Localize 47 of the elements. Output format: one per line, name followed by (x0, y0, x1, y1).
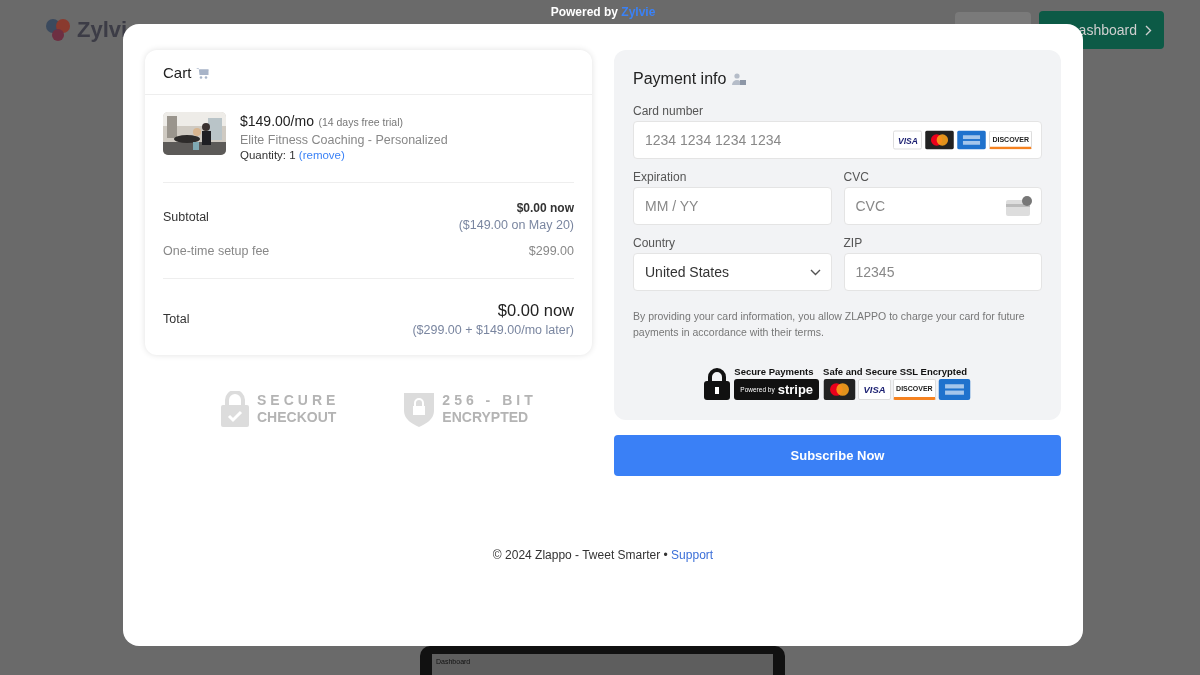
field-label: Country (633, 236, 677, 250)
chevron-right-icon (1145, 24, 1152, 36)
card-back-icon (1006, 196, 1032, 216)
field-label: Card number (633, 104, 705, 118)
support-link[interactable]: Support (671, 548, 714, 562)
lock-check-icon (221, 391, 249, 427)
badge-text: CHECKOUT (257, 409, 338, 426)
item-price: $149.00/mo (240, 113, 314, 129)
cart-title: Cart (163, 64, 192, 81)
visa-card-icon: VISA (858, 379, 892, 400)
cart-icon (196, 66, 210, 79)
footer-text: © 2024 Zlappo - Tweet Smarter • Support (491, 548, 715, 562)
input-field[interactable]: 12345 (843, 253, 1042, 291)
item-name: Elite Fitness Coaching - Personalized (240, 133, 448, 147)
logo-icon (45, 18, 71, 42)
field-label: ZIP (843, 236, 864, 250)
total-label: Total (163, 312, 190, 326)
padlock-icon (704, 368, 731, 400)
visa-card-icon: VISA (893, 130, 923, 150)
shield-lock-icon (404, 391, 435, 427)
mastercard-icon (823, 379, 857, 400)
users-icon (732, 72, 747, 86)
total-now: $0.00 now (496, 301, 574, 320)
quantity-text: Quantity: 1 (240, 149, 296, 161)
subtotal-later: ($149.00 on May 20) (458, 218, 574, 232)
setup-fee-value: $299.00 (528, 244, 574, 258)
setup-fee-label: One-time setup fee (163, 244, 270, 258)
chevron-down-icon (809, 268, 821, 276)
field-label: Expiration (633, 170, 688, 184)
total-later: ($299.00 + $149.00/mo later) (412, 323, 574, 337)
authorization-notice: By providing your card information, you allow ZLAPPO to charge your card for future payments in accordance with their terms. (633, 309, 1026, 340)
secure-payments-text: Secure Payments (734, 366, 814, 377)
subtotal-now: $0.00 now (515, 201, 574, 215)
input-field[interactable]: MM / YY (633, 187, 832, 225)
subtotal-label: Subtotal (163, 209, 209, 224)
cvc-field[interactable]: CVC (843, 187, 1042, 225)
powered-by-text: Powered by Zylvie (549, 5, 657, 19)
badge-text: ENCRYPTED (442, 409, 530, 426)
subscribe-button[interactable]: Subscribe Now (614, 435, 1061, 476)
remove-link[interactable]: (remove) (298, 149, 345, 161)
badge-text: SECURE (257, 392, 340, 409)
field-label: CVC (843, 170, 870, 184)
payment-title: Payment info (633, 70, 727, 88)
badge-text: 256 - BIT (442, 392, 537, 409)
trial-note: (14 days free trial) (318, 116, 404, 128)
ssl-encrypted-text: Safe and Secure SSL Encrypted (823, 366, 968, 377)
country-select[interactable]: United States (633, 253, 832, 291)
